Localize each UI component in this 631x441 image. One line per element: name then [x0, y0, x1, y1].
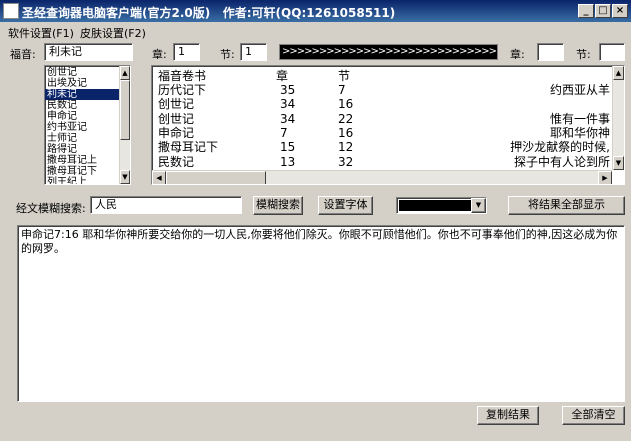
- table-row[interactable]: 创世记 34 22 惟有一件事: [152, 112, 612, 126]
- book-list-item[interactable]: 民数记: [45, 100, 119, 111]
- cell-book: 历代记下: [158, 83, 207, 97]
- cell-verse: 12: [338, 140, 354, 155]
- cell-text: 押沙龙献祭的时候,: [510, 140, 610, 155]
- cell-book: 创世记: [158, 111, 195, 126]
- chapter-label: 章:: [152, 48, 167, 61]
- maximize-button[interactable]: □: [595, 4, 611, 18]
- gospel-label: 福音:: [10, 48, 36, 61]
- search-label: 经文模糊搜索:: [16, 202, 86, 215]
- cell-verse: 16: [338, 125, 354, 140]
- cell-chapter: 13: [280, 154, 296, 169]
- set-font-button[interactable]: 设置字体: [318, 196, 373, 215]
- search-input[interactable]: 人民: [90, 196, 242, 214]
- close-button[interactable]: ×: [612, 4, 628, 18]
- clear-all-button[interactable]: 全部清空: [562, 406, 625, 425]
- table-row[interactable]: 民数记 13 32 探子中有人论到所: [152, 155, 612, 169]
- table-scroll-down-icon[interactable]: ▼: [613, 156, 624, 170]
- book-list-item[interactable]: 约书亚记: [45, 122, 119, 133]
- scroll-thumb[interactable]: [120, 80, 130, 140]
- table-row[interactable]: 历代记下 35 7 约西亚从羊: [152, 83, 612, 97]
- header-book[interactable]: 福音卷书: [158, 67, 206, 84]
- menu-skin-settings[interactable]: 皮肤设置(F2): [80, 25, 146, 41]
- book-list-item[interactable]: 创世记: [45, 67, 119, 78]
- cell-verse: 7: [338, 83, 346, 97]
- verse2-input[interactable]: [599, 43, 625, 61]
- table-row[interactable]: 申命记 7 16 耶和华你神: [152, 126, 612, 140]
- cell-book: 创世记: [158, 97, 195, 112]
- cell-text: 耶和华你神: [549, 125, 610, 140]
- show-all-results-button[interactable]: 将结果全部显示: [508, 196, 625, 215]
- dropdown-arrow-icon[interactable]: ▼: [471, 198, 486, 213]
- book-list-item[interactable]: 路得记: [45, 144, 119, 155]
- fuzzy-search-button[interactable]: 模糊搜索: [253, 196, 303, 215]
- table-scroll-up-icon[interactable]: ▲: [613, 66, 624, 80]
- color-select[interactable]: ▼: [396, 197, 487, 214]
- color-swatch: [399, 200, 471, 211]
- chapter2-input[interactable]: [537, 43, 564, 61]
- book-list-item[interactable]: 撒母耳记上: [45, 155, 119, 166]
- table-hscroll[interactable]: ◀ ▶: [152, 170, 612, 184]
- minimize-button[interactable]: _: [578, 4, 594, 18]
- window-title: 圣经查询器电脑客户端(官方2.0版) 作者:可轩(QQ:1261058511): [22, 6, 396, 20]
- cell-chapter: 34: [280, 111, 296, 126]
- cell-chapter: 35: [280, 83, 296, 97]
- cell-text: 探子中有人论到所: [513, 154, 610, 169]
- table-vscroll[interactable]: ▲ ▼: [612, 66, 624, 170]
- table-row[interactable]: 撒母耳记下 15 12 押沙龙献祭的时候,: [152, 140, 612, 154]
- gospel-input[interactable]: 利未记: [44, 43, 133, 61]
- cell-verse: 22: [338, 111, 354, 126]
- book-list-item[interactable]: 撒母耳记下: [45, 166, 119, 177]
- scroll-right-icon[interactable]: ▶: [598, 171, 612, 184]
- app-icon: [3, 3, 19, 19]
- menu-bar: 软件设置(F1) 皮肤设置(F2): [0, 22, 631, 40]
- cell-book: 撒母耳记下: [158, 140, 219, 155]
- cell-book: 民数记: [158, 154, 195, 169]
- scroll-up-icon[interactable]: ▲: [120, 66, 130, 80]
- cell-chapter: 7: [280, 125, 288, 140]
- cell-verse: 32: [338, 154, 354, 169]
- header-verse[interactable]: 节: [338, 67, 350, 84]
- chapter2-label: 章:: [510, 48, 525, 61]
- hscroll-thumb[interactable]: [166, 171, 266, 184]
- results-grid: 福音卷书 章 节 历代记下 35 7 约西亚从羊创世记 34 16 创世记 34 22 惟有一件事…: [152, 66, 612, 170]
- menu-software-settings[interactable]: 软件设置(F1): [8, 25, 74, 41]
- header-chapter[interactable]: 章: [276, 67, 288, 84]
- progress-bar: >>>>>>>>>>>>>>>>>>>>>>>>>>>>>>>>>>>>>>>>…: [279, 44, 498, 60]
- scroll-left-icon[interactable]: ◀: [152, 171, 166, 184]
- book-list-item[interactable]: 申命记: [45, 111, 119, 122]
- book-list-item[interactable]: 士师记: [45, 133, 119, 144]
- chapter-input[interactable]: 1: [173, 43, 200, 61]
- cell-verse: 16: [338, 97, 354, 112]
- book-list-scrollbar[interactable]: ▲ ▼: [119, 66, 130, 184]
- book-listbox[interactable]: 创世记 出埃及记 利未记 民数记 申命记 约书亚记 士师记 路得记 撒母耳记上 撒母耳记下 列王纪上…: [44, 65, 131, 185]
- cell-text: 约西亚从羊: [549, 83, 610, 97]
- scroll-down-icon[interactable]: ▼: [120, 170, 130, 184]
- cell-chapter: 34: [280, 97, 296, 112]
- table-row[interactable]: 创世记 34 16: [152, 97, 612, 111]
- cell-chapter: 15: [280, 140, 296, 155]
- cell-book: 申命记: [158, 125, 195, 140]
- results-table[interactable]: 福音卷书 章 节 历代记下 35 7 约西亚从羊创世记 34 16 创世记 34 22 惟有一件事…: [151, 65, 625, 185]
- book-list-item[interactable]: 利未记: [45, 89, 119, 100]
- copy-result-button[interactable]: 复制结果: [477, 406, 539, 425]
- book-list-item[interactable]: 出埃及记: [45, 78, 119, 89]
- result-text-area[interactable]: 申命记7:16 耶和华你神所要交给你的一切人民,你要将他们除灭。你眼不可顾惜他们…: [17, 225, 625, 402]
- cell-text: 惟有一件事: [549, 111, 610, 126]
- verse-label: 节:: [220, 48, 235, 61]
- verse2-label: 节:: [576, 48, 591, 61]
- verse-input[interactable]: 1: [240, 43, 267, 61]
- book-list-item[interactable]: 列王纪上: [45, 177, 119, 184]
- title-bar[interactable]: 圣经查询器电脑客户端(官方2.0版) 作者:可轩(QQ:1261058511) …: [0, 0, 631, 22]
